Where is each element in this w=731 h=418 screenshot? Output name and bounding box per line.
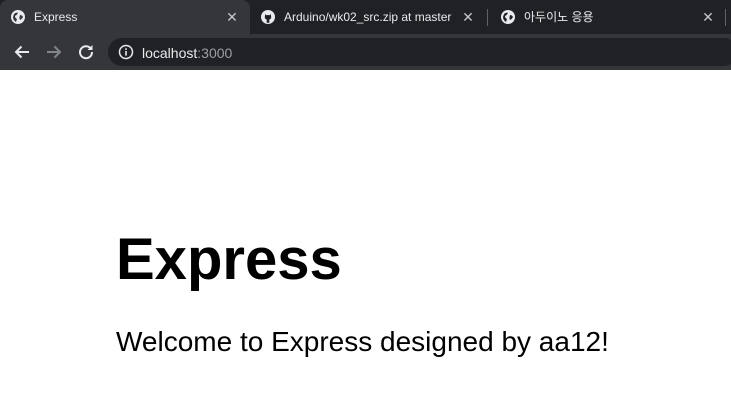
welcome-text: Welcome to Express designed by aa12! (116, 326, 609, 357)
tab-separator (725, 9, 726, 26)
close-icon[interactable]: ✕ (460, 9, 476, 25)
address-bar[interactable]: localhost:3000 (108, 38, 731, 66)
info-icon[interactable] (118, 44, 134, 60)
globe-icon (501, 10, 515, 24)
github-icon (261, 10, 275, 24)
tab-arduino-applied[interactable]: 아두이노 응용 ✕ (490, 0, 726, 34)
close-icon[interactable]: ✕ (224, 9, 240, 25)
globe-icon (11, 10, 25, 24)
tab-title: 아두이노 응용 (524, 10, 594, 24)
close-icon[interactable]: ✕ (700, 9, 716, 25)
back-button[interactable] (10, 40, 34, 64)
tab-title: Express (34, 10, 78, 24)
url-text[interactable]: localhost:3000 (142, 45, 232, 61)
tab-express[interactable]: Express ✕ (0, 0, 250, 34)
browser-toolbar: localhost:3000 (0, 34, 731, 70)
tab-strip: Express ✕ Arduino/wk02_src.zip at master… (0, 0, 731, 34)
forward-button[interactable] (42, 40, 66, 64)
url-port: :3000 (197, 45, 233, 61)
url-host: localhost (142, 45, 198, 61)
tab-separator (487, 9, 488, 26)
tab-github-arduino[interactable]: Arduino/wk02_src.zip at master ✕ (250, 0, 486, 34)
reload-icon (79, 45, 94, 60)
tab-title: Arduino/wk02_src.zip at master (284, 10, 452, 24)
page-content: Express Welcome to Express designed by a… (0, 70, 731, 418)
arrow-right-icon (47, 45, 62, 59)
arrow-left-icon (14, 45, 29, 59)
page-title: Express (116, 227, 342, 292)
reload-button[interactable] (74, 40, 98, 64)
